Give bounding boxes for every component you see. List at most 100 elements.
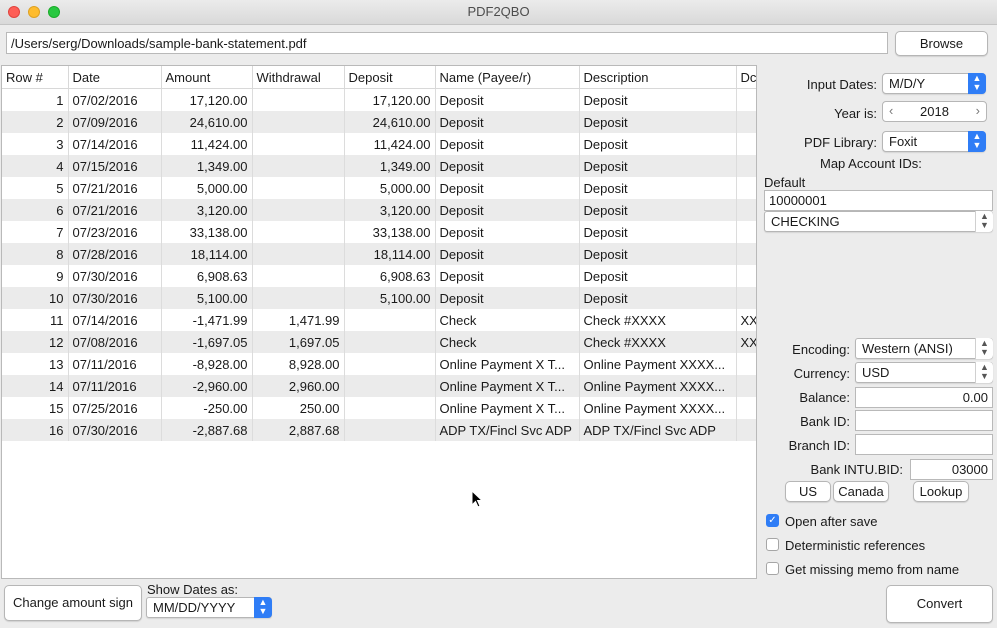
table-cell[interactable] (344, 419, 436, 441)
table-cell[interactable]: 11,424.00 (344, 133, 436, 155)
table-cell[interactable]: 33,138.00 (161, 221, 253, 243)
table-cell[interactable]: 07/11/2016 (68, 375, 162, 397)
table-cell[interactable]: 07/30/2016 (68, 419, 162, 441)
table-cell[interactable]: 6,908.63 (161, 265, 253, 287)
table-cell[interactable]: 07/21/2016 (68, 199, 162, 221)
input-dates-select[interactable]: M/D/Y ▲ ▼ (882, 73, 986, 94)
year-stepper[interactable]: ‹ 2018 › (882, 101, 987, 122)
table-cell[interactable]: Deposit (435, 88, 580, 111)
table-cell[interactable]: Deposit (579, 221, 737, 243)
table-cell[interactable]: Deposit (579, 155, 737, 177)
table-cell[interactable]: 07/08/2016 (68, 331, 162, 353)
column-header[interactable]: Row # (2, 66, 69, 89)
table-cell[interactable]: Deposit (435, 287, 580, 309)
table-cell[interactable]: Deposit (579, 177, 737, 199)
table-cell[interactable]: 1,471.99 (252, 309, 345, 331)
table-row[interactable]: 11 07/14/2016 -1,471.99 1,471.99 Check Check … (2, 309, 756, 331)
table-cell[interactable]: 1 (2, 88, 69, 111)
table-cell[interactable]: Online Payment XXXX... (579, 353, 737, 375)
table-cell[interactable]: 07/15/2016 (68, 155, 162, 177)
table-cell[interactable] (736, 375, 756, 397)
table-cell[interactable]: 250.00 (252, 397, 345, 419)
table-cell[interactable]: 07/02/2016 (68, 88, 162, 111)
table-cell[interactable]: 15 (2, 397, 69, 419)
table-cell[interactable] (252, 243, 345, 265)
table-row[interactable]: 9 07/30/2016 6,908.63 6,908.63 Deposit Deposi… (2, 265, 756, 287)
table-cell[interactable]: 16 (2, 419, 69, 441)
table-cell[interactable]: Check #XXXX (579, 331, 737, 353)
table-cell[interactable] (736, 221, 756, 243)
table-cell[interactable]: Deposit (579, 88, 737, 111)
table-cell[interactable]: ADP TX/Fincl Svc ADP (579, 419, 737, 441)
table-cell[interactable] (252, 221, 345, 243)
table-cell[interactable]: 8 (2, 243, 69, 265)
table-row[interactable]: 10 07/30/2016 5,100.00 5,100.00 Deposit Depos… (2, 287, 756, 309)
table-cell[interactable]: 7 (2, 221, 69, 243)
column-header[interactable]: Deposit (344, 66, 436, 89)
table-cell[interactable]: 5 (2, 177, 69, 199)
table-cell[interactable] (344, 309, 436, 331)
table-cell[interactable]: Deposit (435, 265, 580, 287)
table-cell[interactable]: Online Payment XXXX... (579, 397, 737, 419)
table-cell[interactable]: 07/09/2016 (68, 111, 162, 133)
table-row[interactable]: 4 07/15/2016 1,349.00 1,349.00 Deposit Deposi… (2, 155, 756, 177)
table-cell[interactable] (736, 133, 756, 155)
table-row[interactable]: 14 07/11/2016 -2,960.00 2,960.00 Online Paym… (2, 375, 756, 397)
table-cell[interactable] (344, 331, 436, 353)
table-cell[interactable]: 1,697.05 (252, 331, 345, 353)
table-cell[interactable]: -2,960.00 (161, 375, 253, 397)
table-cell[interactable] (736, 199, 756, 221)
table-cell[interactable]: Deposit (435, 133, 580, 155)
open-after-save-checkbox[interactable]: ✓ (766, 514, 779, 527)
table-cell[interactable]: 6 (2, 199, 69, 221)
table-cell[interactable]: 13 (2, 353, 69, 375)
table-cell[interactable]: Deposit (435, 111, 580, 133)
table-cell[interactable]: Online Payment XXXX... (579, 375, 737, 397)
table-cell[interactable]: 3,120.00 (161, 199, 253, 221)
lookup-button[interactable]: Lookup (913, 481, 969, 502)
table-cell[interactable]: Deposit (579, 199, 737, 221)
table-cell[interactable]: 3 (2, 133, 69, 155)
table-cell[interactable]: 5,000.00 (344, 177, 436, 199)
table-row[interactable]: 6 07/21/2016 3,120.00 3,120.00 Deposit Deposi… (2, 199, 756, 221)
table-cell[interactable] (252, 155, 345, 177)
table-cell[interactable]: 07/28/2016 (68, 243, 162, 265)
table-cell[interactable] (344, 353, 436, 375)
table-cell[interactable] (252, 287, 345, 309)
table-cell[interactable] (736, 88, 756, 111)
table-cell[interactable] (252, 177, 345, 199)
table-cell[interactable]: 07/21/2016 (68, 177, 162, 199)
table-cell[interactable]: -2,887.68 (161, 419, 253, 441)
table-cell[interactable]: 11,424.00 (161, 133, 253, 155)
chevron-right-icon[interactable]: › (976, 103, 980, 118)
table-cell[interactable]: -250.00 (161, 397, 253, 419)
table-cell[interactable] (736, 155, 756, 177)
table-cell[interactable]: Check (435, 331, 580, 353)
table-cell[interactable]: 18,114.00 (344, 243, 436, 265)
table-cell[interactable]: 07/11/2016 (68, 353, 162, 375)
column-header[interactable]: Name (Payee/r) (435, 66, 580, 89)
table-cell[interactable]: Deposit (435, 177, 580, 199)
table-cell[interactable]: 17,120.00 (344, 88, 436, 111)
table-row[interactable]: 7 07/23/2016 33,138.00 33,138.00 Deposit Depo… (2, 221, 756, 243)
table-cell[interactable] (736, 243, 756, 265)
column-header[interactable]: Amount (161, 66, 253, 89)
table-cell[interactable]: 07/14/2016 (68, 133, 162, 155)
table-cell[interactable]: Deposit (435, 221, 580, 243)
canada-button[interactable]: Canada (833, 481, 889, 502)
table-cell[interactable]: 24,610.00 (344, 111, 436, 133)
table-cell[interactable]: 07/30/2016 (68, 265, 162, 287)
table-cell[interactable]: 33,138.00 (344, 221, 436, 243)
table-cell[interactable]: Check (435, 309, 580, 331)
show-dates-select[interactable]: MM/DD/YYYY ▲ ▼ (146, 597, 272, 618)
table-cell[interactable]: 2,960.00 (252, 375, 345, 397)
table-cell[interactable]: 10 (2, 287, 69, 309)
table-cell[interactable]: 3,120.00 (344, 199, 436, 221)
table-cell[interactable]: -8,928.00 (161, 353, 253, 375)
table-cell[interactable] (736, 397, 756, 419)
table-row[interactable]: 16 07/30/2016 -2,887.68 2,887.68 ADP TX/Finc… (2, 419, 756, 441)
table-cell[interactable]: 18,114.00 (161, 243, 253, 265)
table-cell[interactable]: XX (736, 309, 756, 331)
table-cell[interactable] (252, 111, 345, 133)
table-cell[interactable]: 17,120.00 (161, 88, 253, 111)
